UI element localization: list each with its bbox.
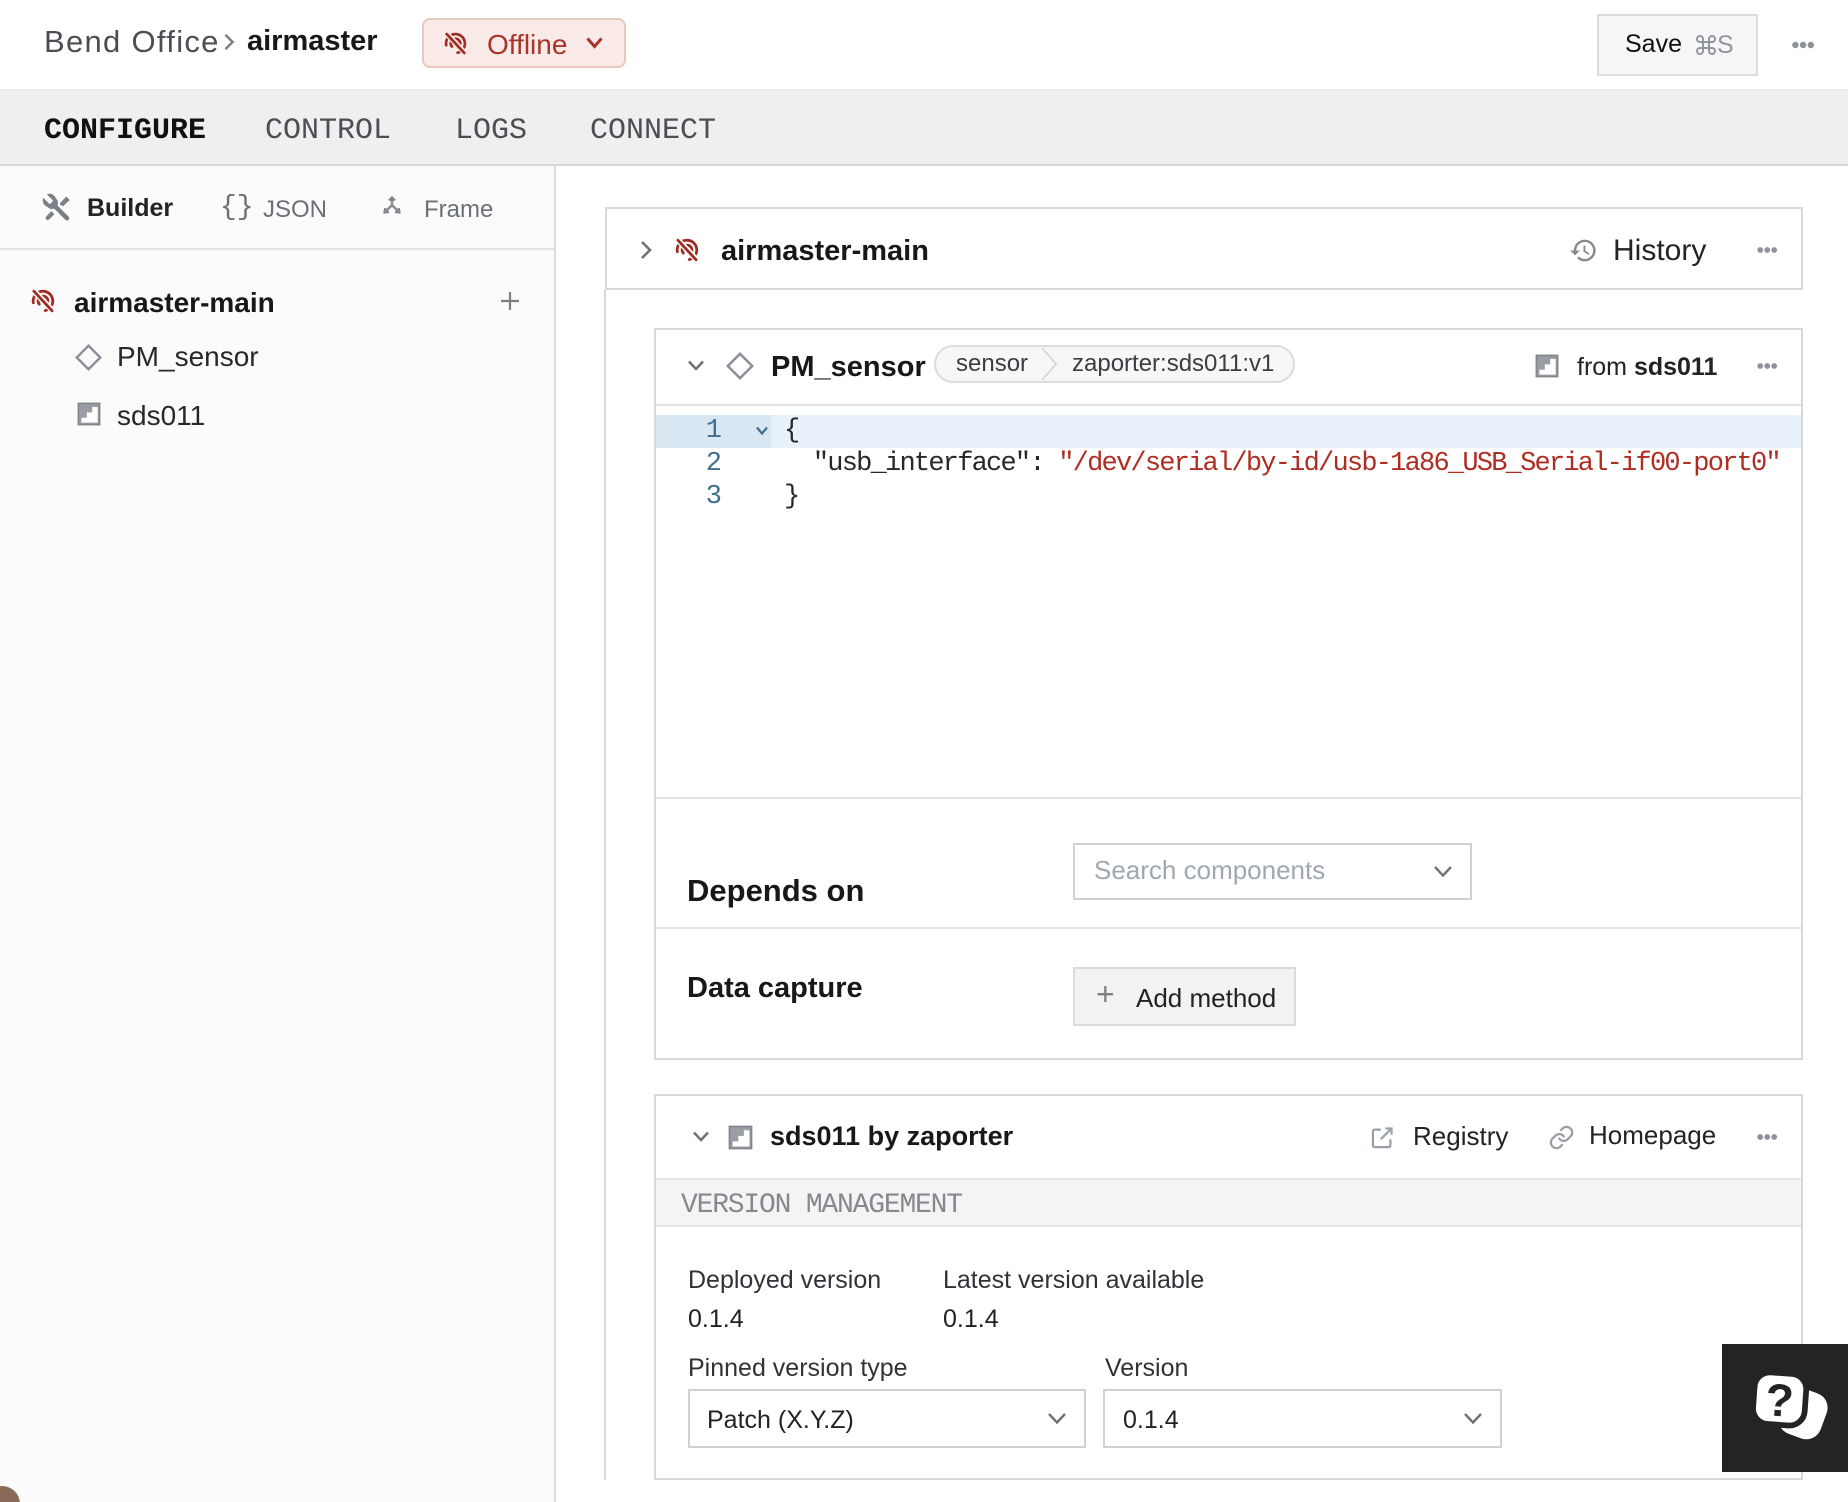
svg-text:?: ? (1764, 1373, 1796, 1427)
